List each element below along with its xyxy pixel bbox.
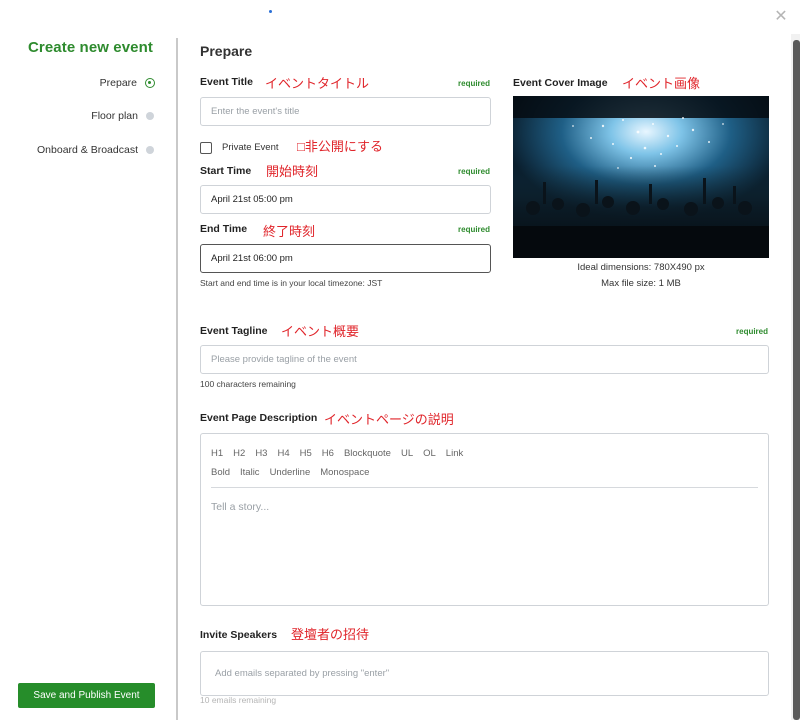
page-title: Prepare [200, 43, 253, 59]
private-event-label[interactable]: Private Event [222, 142, 279, 153]
save-and-publish-button[interactable]: Save and Publish Event [18, 683, 155, 708]
step-floor-plan[interactable]: Floor plan [91, 110, 154, 122]
timezone-hint: Start and end time is in your local time… [200, 278, 383, 288]
toolbar-monospace-button[interactable]: Monospace [320, 467, 369, 478]
tagline-characters-remaining: 100 characters remaining [200, 379, 296, 389]
event-title-annotation: イベントタイトル [265, 76, 370, 91]
event-title-label: Event Title [200, 76, 253, 88]
editor-toolbar-row-2: Bold Italic Underline Monospace [211, 467, 369, 478]
start-time-annotation: 開始時刻 [266, 164, 319, 179]
step-label: Onboard & Broadcast [37, 144, 138, 156]
toolbar-ul-button[interactable]: UL [401, 448, 413, 459]
required-badge: required [458, 79, 491, 88]
editor-placeholder[interactable]: Tell a story... [211, 501, 269, 513]
step-label: Floor plan [91, 110, 138, 122]
sidebar-divider [176, 38, 178, 720]
cover-image-max-size: Max file size: 1 MB [601, 278, 681, 289]
speakers-email-input[interactable]: Add emails separated by pressing "enter" [200, 651, 769, 696]
cover-image-annotation: イベント画像 [622, 76, 701, 91]
description-editor[interactable]: H1 H2 H3 H4 H5 H6 Blockquote UL OL Link … [200, 433, 769, 606]
description-annotation: イベントページの説明 [324, 412, 454, 427]
invite-speakers-annotation: 登壇者の招待 [291, 627, 370, 642]
end-time-label: End Time [200, 223, 248, 235]
step-active-indicator [145, 78, 155, 88]
toolbar-h5-button[interactable]: H5 [300, 448, 312, 459]
toolbar-h2-button[interactable]: H2 [233, 448, 245, 459]
start-time-label: Start Time [200, 165, 252, 177]
editor-toolbar-row-1: H1 H2 H3 H4 H5 H6 Blockquote UL OL Link [211, 448, 463, 459]
required-badge: required [458, 167, 491, 176]
close-icon[interactable]: ✕ [772, 8, 790, 26]
step-label: Prepare [99, 77, 137, 89]
tagline-annotation: イベント概要 [281, 324, 360, 339]
step-inactive-indicator [146, 112, 154, 120]
description-label: Event Page Description [200, 412, 318, 424]
toolbar-underline-button[interactable]: Underline [270, 467, 311, 478]
invite-speakers-label: Invite Speakers [200, 629, 278, 641]
end-time-input[interactable]: April 21st 06:00 pm [200, 244, 491, 273]
cover-image-dimensions: Ideal dimensions: 780X490 px [577, 262, 705, 273]
toolbar-h3-button[interactable]: H3 [255, 448, 267, 459]
private-event-checkbox[interactable] [200, 142, 212, 154]
cover-image-label: Event Cover Image [513, 77, 608, 89]
toolbar-link-button[interactable]: Link [446, 448, 463, 459]
required-badge: required [458, 225, 491, 234]
end-time-annotation: 終了時刻 [263, 224, 316, 239]
toolbar-italic-button[interactable]: Italic [240, 467, 260, 478]
cover-image-preview[interactable] [513, 96, 769, 258]
sidebar-title: Create new event [28, 39, 153, 56]
scrollbar-thumb[interactable] [793, 40, 800, 720]
toolbar-ol-button[interactable]: OL [423, 448, 436, 459]
step-prepare[interactable]: Prepare [100, 77, 155, 89]
editor-toolbar-divider [211, 487, 758, 488]
tagline-input[interactable]: Please provide tagline of the event [200, 345, 769, 374]
concert-crowd-image [513, 96, 769, 258]
start-time-input[interactable]: April 21st 05:00 pm [200, 185, 491, 214]
toolbar-bold-button[interactable]: Bold [211, 467, 230, 478]
toolbar-h6-button[interactable]: H6 [322, 448, 334, 459]
toolbar-h1-button[interactable]: H1 [211, 448, 223, 459]
required-badge: required [736, 327, 769, 336]
tagline-label: Event Tagline [200, 325, 268, 337]
emails-remaining: 10 emails remaining [200, 695, 277, 705]
event-title-input[interactable]: Enter the event's title [200, 97, 491, 126]
step-inactive-indicator [146, 146, 154, 154]
private-event-annotation: □非公開にする [297, 139, 383, 154]
step-onboard-broadcast[interactable]: Onboard & Broadcast [37, 144, 154, 156]
toolbar-blockquote-button[interactable]: Blockquote [344, 448, 391, 459]
toolbar-h4-button[interactable]: H4 [277, 448, 289, 459]
loading-indicator-dot [269, 10, 272, 13]
